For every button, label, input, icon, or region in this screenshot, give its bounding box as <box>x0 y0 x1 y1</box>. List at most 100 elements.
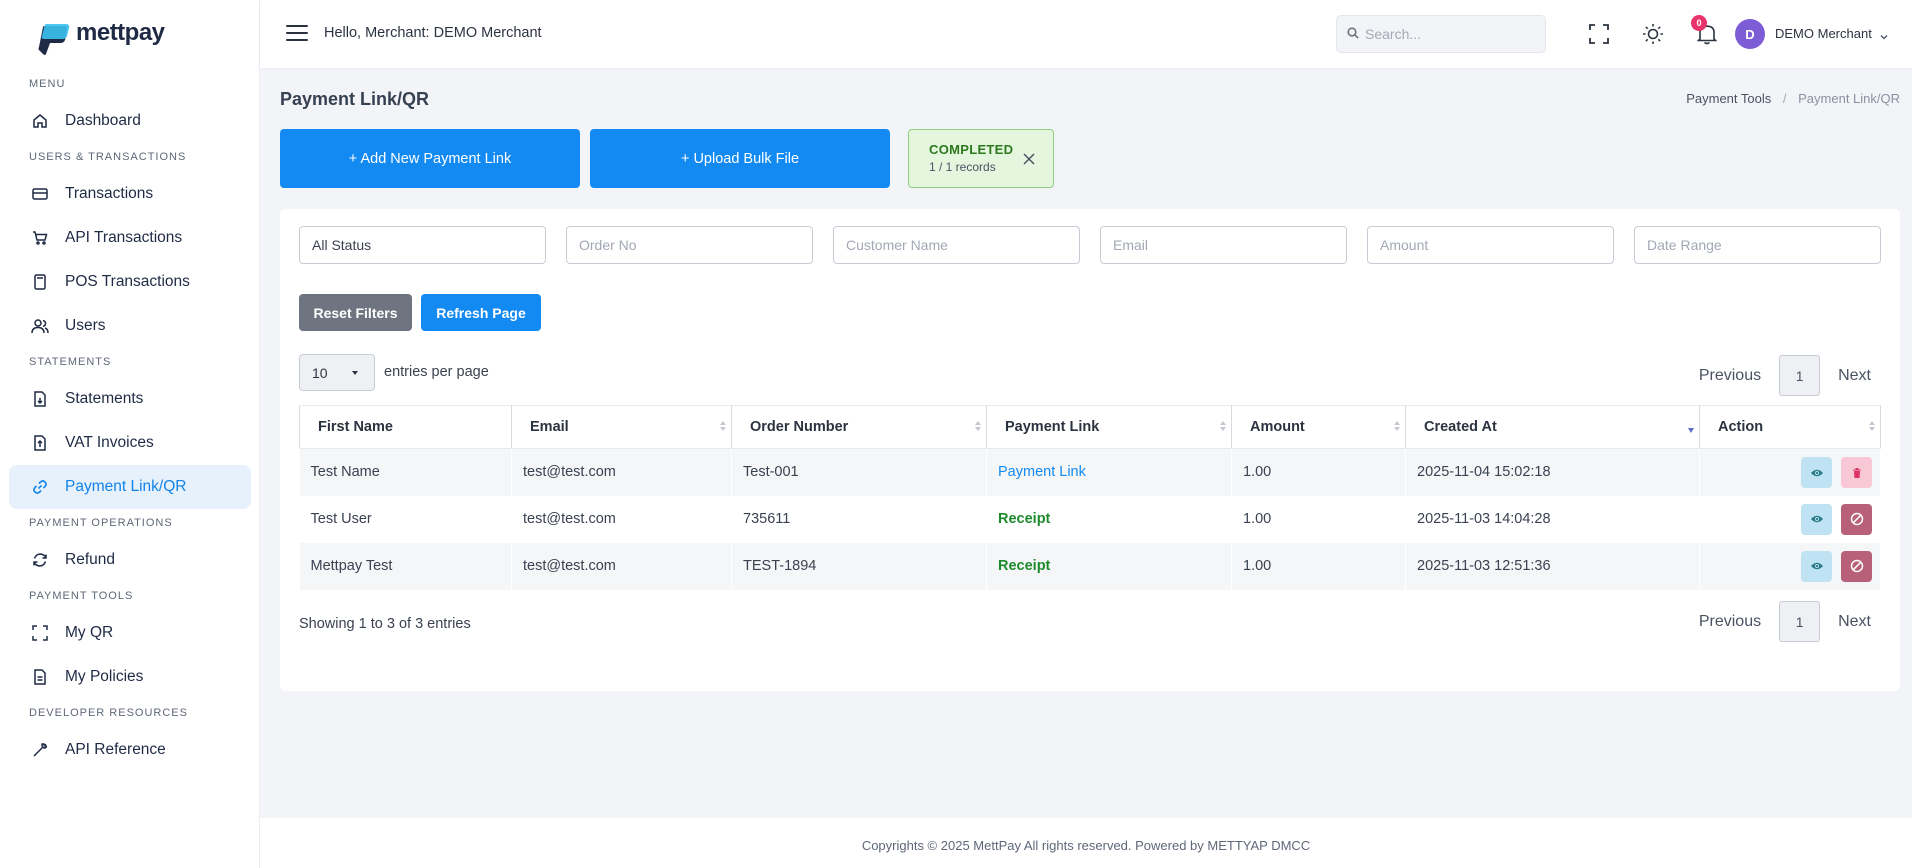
sidebar-item-label: Refund <box>65 551 115 568</box>
cart-icon <box>31 229 49 247</box>
fullscreen-icon[interactable] <box>1587 22 1611 46</box>
cell-order-number: 735611 <box>731 495 987 543</box>
amount-filter[interactable] <box>1367 226 1614 264</box>
brand-name: mettpay <box>76 19 165 46</box>
avatar[interactable]: D <box>1735 19 1765 49</box>
cell-email: test@test.com <box>511 448 732 496</box>
chevron-down-icon[interactable] <box>1880 27 1888 43</box>
sidebar-item-my-qr[interactable]: My QR <box>9 611 251 655</box>
sidebar-item-api-reference[interactable]: API Reference <box>9 728 251 772</box>
eye-icon <box>1810 562 1823 570</box>
cell-amount: 1.00 <box>1231 542 1406 590</box>
page-length-select[interactable]: 10 <box>299 354 375 391</box>
user-menu-name[interactable]: DEMO Merchant <box>1775 26 1872 41</box>
pagination-next[interactable]: Next <box>1838 367 1871 385</box>
add-payment-link-button[interactable]: + Add New Payment Link <box>280 129 580 188</box>
page-footer: Copyrights © 2025 MettPay All rights res… <box>260 818 1912 868</box>
sidebar-item-pos-transactions[interactable]: POS Transactions <box>9 260 251 304</box>
upload-status-toast: COMPLETED 1 / 1 records <box>908 129 1054 188</box>
wrench-icon <box>31 741 49 759</box>
customer-name-filter[interactable] <box>833 226 1080 264</box>
breadcrumb-item-current: Payment Link/QR <box>1798 91 1900 106</box>
order-no-filter[interactable] <box>566 226 813 264</box>
home-icon <box>31 112 49 130</box>
cell-email: test@test.com <box>511 495 732 543</box>
pagination-bottom: Previous 1 Next <box>1699 601 1871 642</box>
status-filter-select[interactable]: All Status <box>299 226 546 264</box>
users-icon <box>31 317 49 335</box>
sidebar-item-transactions[interactable]: Transactions <box>9 172 251 216</box>
pagination-previous[interactable]: Previous <box>1699 613 1761 631</box>
cell-actions <box>1699 448 1881 496</box>
pagination-page-1[interactable]: 1 <box>1779 355 1821 396</box>
view-button[interactable] <box>1801 550 1832 582</box>
brand-logo[interactable]: mettpay <box>34 18 165 58</box>
cell-created-at: 2025-11-04 15:02:18 <box>1405 448 1700 496</box>
cell-payment-link: Receipt <box>986 495 1232 543</box>
theme-toggle-sun-icon[interactable] <box>1641 22 1665 46</box>
sidebar-item-label: API Reference <box>65 741 166 758</box>
sort-icon <box>1220 421 1227 433</box>
receipt-link[interactable]: Receipt <box>998 558 1050 574</box>
sidebar-item-label: Dashboard <box>65 112 141 129</box>
breadcrumb-item-payment-tools[interactable]: Payment Tools <box>1686 91 1771 106</box>
menu-toggle-icon[interactable] <box>286 24 308 42</box>
sidebar-item-vat-invoices[interactable]: VAT Invoices <box>9 421 251 465</box>
cell-amount: 1.00 <box>1231 448 1406 496</box>
menu-section-title: STATEMENTS <box>29 356 112 368</box>
credit-card-icon <box>31 185 49 203</box>
view-button[interactable] <box>1801 503 1832 535</box>
upload-bulk-file-button[interactable]: + Upload Bulk File <box>590 129 890 188</box>
disable-button[interactable] <box>1841 503 1872 535</box>
disable-button[interactable] <box>1841 550 1872 582</box>
sidebar-menu: MENU Dashboard USERS & TRANSACTIONS Tran… <box>0 74 260 772</box>
top-header: Hello, Merchant: DEMO Merchant 0 D DEMO … <box>260 0 1912 68</box>
sort-desc-icon <box>1688 421 1695 433</box>
table-row: Mettpay Test test@test.com TEST-1894 Rec… <box>299 542 1881 590</box>
date-range-filter[interactable] <box>1634 226 1881 264</box>
column-header-payment-link[interactable]: Payment Link <box>986 405 1232 449</box>
sidebar-item-payment-link-qr[interactable]: Payment Link/QR <box>9 465 251 509</box>
caret-down-icon <box>352 371 358 375</box>
sidebar-item-label: Transactions <box>65 185 154 202</box>
column-header-first-name[interactable]: First Name <box>299 405 512 449</box>
pagination-next[interactable]: Next <box>1838 613 1871 631</box>
cell-payment-link: Receipt <box>986 542 1232 590</box>
column-header-created-at[interactable]: Created At <box>1405 405 1700 449</box>
sort-icon <box>1394 421 1401 433</box>
sidebar-item-dashboard[interactable]: Dashboard <box>9 99 251 143</box>
cell-amount: 1.00 <box>1231 495 1406 543</box>
column-header-amount[interactable]: Amount <box>1231 405 1406 449</box>
cell-email: test@test.com <box>511 542 732 590</box>
sidebar-item-users[interactable]: Users <box>9 304 251 348</box>
menu-section-title: DEVELOPER RESOURCES <box>29 707 188 719</box>
column-header-action[interactable]: Action <box>1699 405 1881 449</box>
payment-link[interactable]: Payment Link <box>998 464 1086 480</box>
view-button[interactable] <box>1801 457 1832 488</box>
column-header-order-number[interactable]: Order Number <box>731 405 987 449</box>
pagination-previous[interactable]: Previous <box>1699 367 1761 385</box>
email-filter[interactable] <box>1100 226 1347 264</box>
reset-filters-button[interactable]: Reset Filters <box>299 294 412 331</box>
eye-icon <box>1810 469 1823 476</box>
pagination-page-1[interactable]: 1 <box>1779 601 1821 642</box>
sidebar-item-statements[interactable]: Statements <box>9 377 251 421</box>
sidebar-item-label: My Policies <box>65 668 144 685</box>
receipt-link[interactable]: Receipt <box>998 511 1050 527</box>
search-icon <box>1347 26 1359 42</box>
refresh-page-button[interactable]: Refresh Page <box>421 294 541 331</box>
delete-button[interactable] <box>1841 457 1872 488</box>
search-input[interactable] <box>1365 26 1525 42</box>
payment-links-table: First Name Email Order Number Payment Li… <box>299 405 1881 590</box>
search-field[interactable] <box>1336 15 1546 53</box>
sidebar-item-api-transactions[interactable]: API Transactions <box>9 216 251 260</box>
cell-first-name: Mettpay Test <box>299 542 512 590</box>
qr-scan-icon <box>31 624 49 642</box>
sidebar-item-my-policies[interactable]: My Policies <box>9 655 251 699</box>
column-header-email[interactable]: Email <box>511 405 732 449</box>
close-icon[interactable] <box>1022 152 1036 166</box>
sidebar-item-label: Payment Link/QR <box>65 478 187 495</box>
cell-order-number: TEST-1894 <box>731 542 987 590</box>
cell-first-name: Test Name <box>299 448 512 496</box>
sidebar-item-refund[interactable]: Refund <box>9 538 251 582</box>
